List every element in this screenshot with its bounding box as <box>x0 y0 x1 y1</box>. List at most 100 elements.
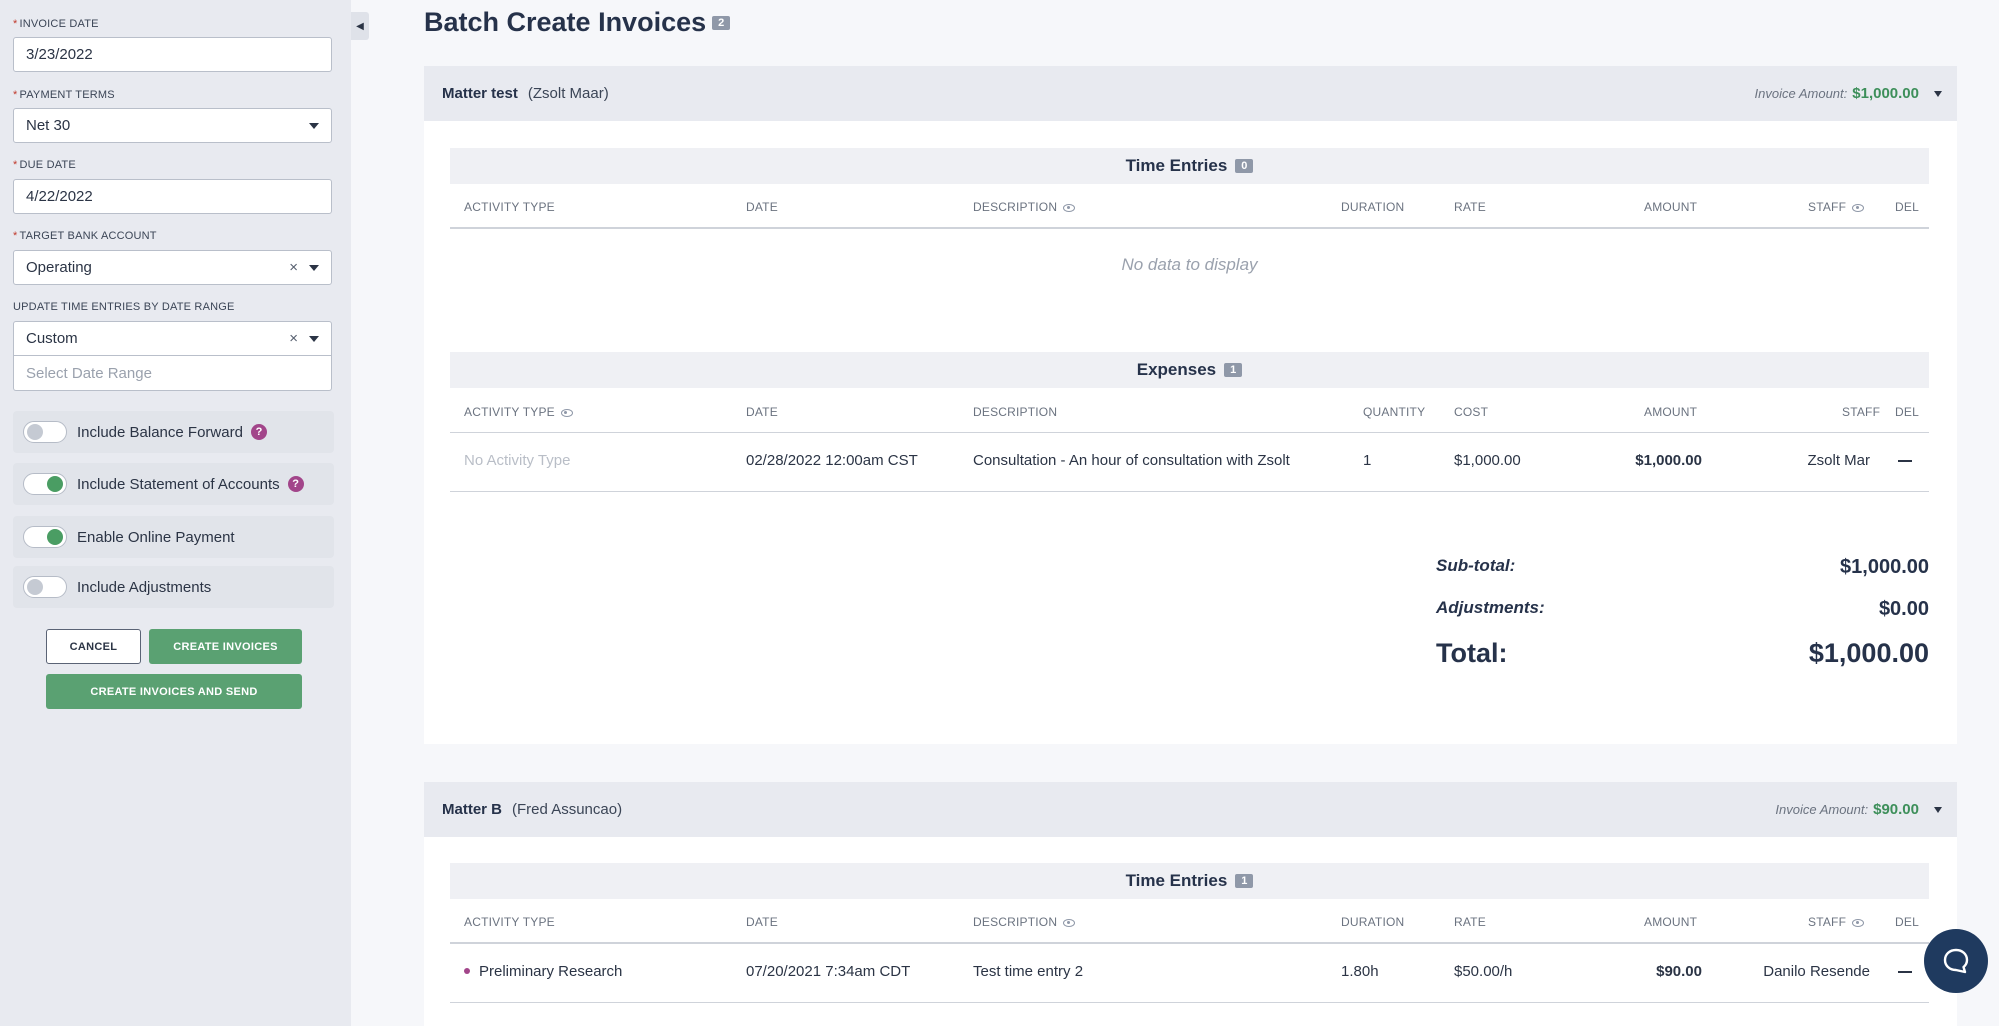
matter-name: Matter test <box>442 85 518 102</box>
date-range-select[interactable]: Custom × <box>13 321 332 356</box>
column-header: RATE <box>1454 200 1486 214</box>
staff-cell[interactable]: Danilo Resende <box>1763 963 1870 980</box>
date-range-input[interactable]: Select Date Range <box>13 356 332 391</box>
toggle-label: Include Balance Forward <box>77 423 243 441</box>
column-header: DURATION <box>1341 200 1405 214</box>
matter-header[interactable]: Matter test (Zsolt Maar) Invoice Amount:… <box>424 66 1957 121</box>
clear-icon[interactable]: × <box>289 330 298 347</box>
divider <box>450 432 1929 433</box>
cancel-button[interactable]: CANCEL <box>46 629 141 664</box>
column-header: DESCRIPTION <box>973 200 1076 214</box>
total-label: Total: <box>1436 638 1508 668</box>
empty-state: No data to display <box>1121 255 1258 274</box>
invoice-count-badge: 2 <box>712 16 731 30</box>
column-header: DURATION <box>1341 915 1405 929</box>
subtotal-value: $1,000.00 <box>1840 556 1929 578</box>
eye-icon[interactable] <box>1063 919 1076 927</box>
balance-forward-toggle[interactable] <box>23 421 67 443</box>
divider <box>450 227 1929 229</box>
invoice-date-field[interactable]: 3/23/2022 <box>13 37 332 72</box>
toggle-label: Include Adjustments <box>77 578 212 596</box>
target-bank-account-label: * Target Bank Account <box>13 230 157 242</box>
cost-cell[interactable]: $1,000.00 <box>1454 452 1521 469</box>
description-cell[interactable]: Test time entry 2 <box>973 963 1083 980</box>
due-date-label: * Due Date <box>13 159 76 171</box>
toggle-label: Include Statement of Accounts <box>77 475 280 493</box>
quantity-cell[interactable]: 1 <box>1363 452 1371 469</box>
eye-icon[interactable] <box>1852 919 1865 927</box>
delete-row-icon[interactable] <box>1898 971 1912 973</box>
date-cell[interactable]: 02/28/2022 12:00am CST <box>746 452 918 469</box>
subtotal-label: Sub-total: <box>1436 556 1516 575</box>
duration-cell[interactable]: 1.80h <box>1341 963 1379 980</box>
time-entries-title: Time Entries 1 <box>450 863 1929 899</box>
online-payment-toggle[interactable] <box>23 526 67 548</box>
amount-cell: $1,000.00 <box>1635 452 1702 469</box>
adjustments-value: $0.00 <box>1878 598 1929 620</box>
invoice-amount: Invoice Amount: $1,000.00 <box>1754 85 1919 102</box>
eye-icon[interactable] <box>560 409 573 417</box>
column-header: RATE <box>1454 915 1486 929</box>
rate-cell[interactable]: $50.00/h <box>1454 963 1512 980</box>
column-header: DESCRIPTION <box>973 915 1076 929</box>
date-range-label: Update Time Entries by Date Range <box>13 301 235 313</box>
column-header: QUANTITY <box>1363 405 1426 419</box>
total-value: $1,000.00 <box>1808 638 1929 668</box>
column-header: AMOUNT <box>1644 915 1698 929</box>
count-badge: 1 <box>1224 363 1243 377</box>
payment-terms-select[interactable]: Net 30 <box>13 108 332 143</box>
column-header: DEL <box>1895 915 1919 929</box>
chevron-down-icon[interactable] <box>1934 806 1942 813</box>
adjustments-toggle[interactable] <box>23 576 67 598</box>
collapse-sidebar-button[interactable]: ◀ <box>351 12 369 40</box>
page-title: Batch Create Invoices 2 <box>424 7 731 38</box>
chevron-down-icon <box>309 264 319 271</box>
description-cell[interactable]: Consultation - An hour of consultation w… <box>973 452 1290 469</box>
column-header: DATE <box>746 405 778 419</box>
invoice-settings-sidebar: * Invoice Date 3/23/2022 * Payment Terms N… <box>0 0 351 1026</box>
date-cell[interactable]: 07/20/2021 7:34am CDT <box>746 963 910 980</box>
create-invoices-and-send-button[interactable]: CREATE INVOICES AND SEND <box>46 674 302 709</box>
matter-card: Matter B (Fred Assuncao) Invoice Amount:… <box>424 782 1957 1026</box>
eye-icon[interactable] <box>1852 204 1865 212</box>
expenses-title: Expenses 1 <box>450 352 1929 388</box>
due-date-field[interactable]: 4/22/2022 <box>13 179 332 214</box>
column-header: DEL <box>1895 200 1919 214</box>
time-entries-title: Time Entries 0 <box>450 148 1929 184</box>
matter-header[interactable]: Matter B (Fred Assuncao) Invoice Amount:… <box>424 782 1957 837</box>
count-badge: 1 <box>1235 874 1254 888</box>
clear-icon[interactable]: × <box>289 259 298 276</box>
target-bank-account-select[interactable]: Operating × <box>13 250 332 285</box>
support-chat-button[interactable] <box>1924 929 1988 993</box>
column-header: COST <box>1454 405 1489 419</box>
amount-cell: $90.00 <box>1656 963 1702 980</box>
column-header: DATE <box>746 200 778 214</box>
create-invoices-button[interactable]: CREATE INVOICES <box>149 629 302 664</box>
payment-terms-label: * Payment Terms <box>13 89 115 101</box>
column-header: ACTIVITY TYPE <box>464 405 573 419</box>
toggle-label: Enable Online Payment <box>77 528 235 546</box>
chevron-down-icon <box>309 122 319 129</box>
help-icon[interactable]: ? <box>250 424 267 440</box>
activity-type-cell[interactable]: No Activity Type <box>464 452 570 469</box>
toggle-row-statement-of-accounts: Include Statement of Accounts ? <box>13 463 334 505</box>
delete-row-icon[interactable] <box>1898 460 1912 462</box>
activity-type-cell[interactable]: Preliminary Research <box>464 963 622 980</box>
statement-of-accounts-toggle[interactable] <box>23 473 67 495</box>
column-header: DEL <box>1895 405 1919 419</box>
column-header: DESCRIPTION <box>973 405 1058 419</box>
staff-cell[interactable]: Zsolt Mar <box>1807 452 1870 469</box>
column-header: STAFF <box>1842 405 1881 419</box>
toggle-row-balance-forward: Include Balance Forward ? <box>13 411 334 453</box>
chevron-down-icon[interactable] <box>1934 90 1942 97</box>
help-icon[interactable]: ? <box>287 476 304 492</box>
chat-bubble-icon <box>1943 948 1969 974</box>
adjustments-label: Adjustments: <box>1436 598 1545 617</box>
eye-icon[interactable] <box>1063 204 1076 212</box>
matter-client: (Fred Assuncao) <box>512 801 623 818</box>
column-header: ACTIVITY TYPE <box>464 200 555 214</box>
chevron-left-icon: ◀ <box>356 20 364 32</box>
count-badge: 0 <box>1235 159 1254 173</box>
matter-card: Matter test (Zsolt Maar) Invoice Amount:… <box>424 66 1957 744</box>
divider <box>450 491 1929 492</box>
